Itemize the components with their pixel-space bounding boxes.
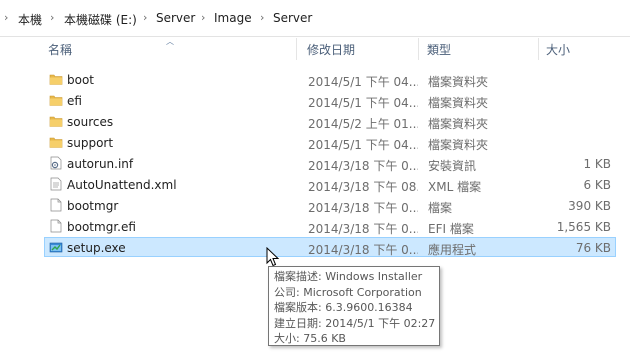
mouse-cursor-icon <box>266 247 280 267</box>
file-row[interactable]: autorun.inf 2014/3/18 下午 0... 安裝資訊 1 KB <box>44 153 616 173</box>
tooltip-company: 公司: Microsoft Corporation <box>274 285 422 299</box>
column-divider[interactable] <box>418 38 419 60</box>
file-name: sources <box>67 115 114 129</box>
file-name: boot <box>67 73 95 87</box>
file-date: 2014/3/18 下午 08... <box>308 180 418 194</box>
folder-icon <box>49 74 63 85</box>
file-name: autorun.inf <box>67 157 134 171</box>
file-type: 檔案資料夾 <box>428 75 489 89</box>
folder-icon <box>49 116 63 127</box>
column-header-date[interactable]: 修改日期 <box>307 41 355 58</box>
chevron-right-icon[interactable]: › <box>201 11 205 24</box>
file-name: setup.exe <box>67 241 126 255</box>
file-row-selected[interactable]: setup.exe 2014/3/18 下午 0... 應用程式 76 KB <box>44 237 616 257</box>
column-header-type[interactable]: 類型 <box>427 41 451 58</box>
breadcrumb-item-image[interactable]: Image <box>214 11 252 25</box>
xml-file-icon <box>50 177 62 191</box>
file-type: EFI 檔案 <box>428 222 474 236</box>
column-divider[interactable] <box>296 38 297 60</box>
file-name: support <box>67 136 114 150</box>
address-bar[interactable]: › 本機 › 本機磁碟 (E:) › Server › Image › Serv… <box>0 0 630 37</box>
tooltip-file-version: 檔案版本: 6.3.9600.16384 <box>274 301 413 314</box>
tooltip-file-description: 檔案描述: Windows Installer <box>274 270 423 283</box>
file-type: 應用程式 <box>428 243 477 257</box>
chevron-right-icon[interactable]: › <box>143 11 147 24</box>
file-row[interactable]: bootmgr.efi 2014/3/18 下午 0... EFI 檔案 1,5… <box>44 216 616 236</box>
file-type: 檔案 <box>428 201 453 215</box>
breadcrumb-item-this-pc[interactable]: 本機 <box>18 11 42 28</box>
file-name: AutoUnattend.xml <box>67 178 177 192</box>
file-size: 6 KB <box>583 178 611 192</box>
breadcrumb-item-server-current[interactable]: Server <box>273 11 312 25</box>
chevron-right-icon[interactable]: › <box>50 11 54 24</box>
file-date: 2014/5/1 下午 04... <box>308 96 418 110</box>
file-type: 安裝資訊 <box>428 159 477 173</box>
chevron-right-icon[interactable]: › <box>260 11 264 24</box>
file-size: 1,565 KB <box>556 220 611 234</box>
file-date: 2014/5/1 下午 04... <box>308 75 418 89</box>
column-header-name[interactable]: 名稱 <box>48 41 72 58</box>
column-header-size[interactable]: 大小 <box>546 41 570 58</box>
tooltip-date-created: 建立日期: 2014/5/1 下午 02:27 <box>274 316 436 330</box>
file-name: bootmgr <box>67 199 119 213</box>
file-date: 2014/5/2 上午 01... <box>308 117 418 131</box>
file-row[interactable]: boot 2014/5/1 下午 04... 檔案資料夾 <box>44 69 616 89</box>
file-row[interactable]: AutoUnattend.xml 2014/3/18 下午 08... XML … <box>44 174 616 194</box>
settings-file-icon <box>50 156 62 170</box>
breadcrumb-item-local-disk[interactable]: 本機磁碟 (E:) <box>64 11 137 28</box>
file-type: 檔案資料夾 <box>428 138 489 152</box>
sort-ascending-icon: ︿ <box>166 37 174 46</box>
folder-icon <box>49 95 63 106</box>
chevron-right-icon[interactable]: › <box>4 11 8 24</box>
file-size: 390 KB <box>568 199 611 213</box>
file-row[interactable]: sources 2014/5/2 上午 01... 檔案資料夾 <box>44 111 616 131</box>
file-name: bootmgr.efi <box>67 220 136 234</box>
file-date: 2014/3/18 下午 0... <box>308 201 418 215</box>
file-icon <box>50 198 62 212</box>
file-row[interactable]: bootmgr 2014/3/18 下午 0... 檔案 390 KB <box>44 195 616 215</box>
file-size: 76 KB <box>575 241 611 255</box>
tooltip-size: 大小: 75.6 KB <box>274 332 346 345</box>
file-row[interactable]: support 2014/5/1 下午 04... 檔案資料夾 <box>44 132 616 152</box>
file-date: 2014/5/1 下午 04... <box>308 138 418 152</box>
file-date: 2014/3/18 下午 0... <box>308 222 418 236</box>
column-headers: ︿ 名稱 修改日期 類型 大小 <box>0 36 630 62</box>
file-type: 檔案資料夾 <box>428 117 489 131</box>
file-size: 1 KB <box>583 157 611 171</box>
column-divider[interactable] <box>538 38 539 60</box>
file-date: 2014/3/18 下午 0... <box>308 243 418 257</box>
file-info-tooltip: 檔案描述: Windows Installer 公司: Microsoft Co… <box>268 266 440 346</box>
file-type: 檔案資料夾 <box>428 96 489 110</box>
file-name: efi <box>67 94 82 108</box>
setup-exe-icon <box>49 242 63 253</box>
folder-icon <box>49 137 63 148</box>
breadcrumb-item-server[interactable]: Server <box>156 11 195 25</box>
file-row[interactable]: efi 2014/5/1 下午 04... 檔案資料夾 <box>44 90 616 110</box>
file-date: 2014/3/18 下午 0... <box>308 159 418 173</box>
file-type: XML 檔案 <box>428 180 482 194</box>
file-icon <box>50 219 62 233</box>
